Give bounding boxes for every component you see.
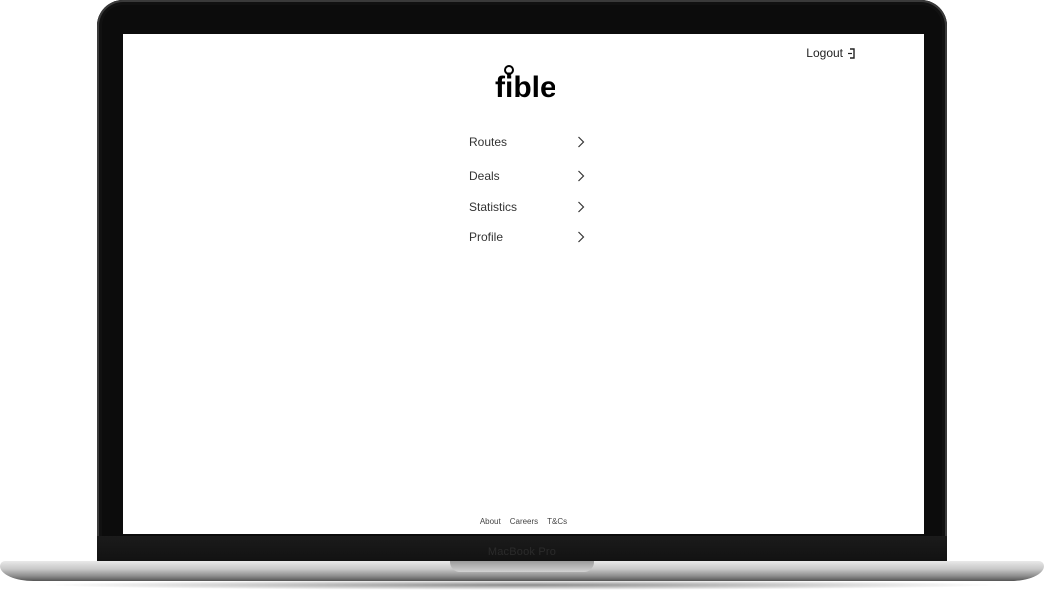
- footer-link-terms[interactable]: T&Cs: [547, 517, 567, 526]
- menu-item-label: Routes: [469, 135, 508, 149]
- footer-link-about[interactable]: About: [480, 517, 501, 526]
- logout-button[interactable]: Logout: [806, 46, 856, 60]
- chevron-right-icon: [578, 136, 585, 148]
- logo-wordmark: fible: [495, 71, 555, 100]
- logout-label: Logout: [806, 46, 843, 60]
- app-screen: Logout fible Routes Deals Statistics Pro…: [123, 34, 924, 534]
- main-menu: Routes Deals Statistics Profile: [469, 132, 585, 247]
- chevron-right-icon: [578, 170, 585, 182]
- menu-item-label: Deals: [469, 169, 500, 183]
- laptop-mockup: MacBook Pro Logout fible Routes Deals St…: [0, 0, 1044, 595]
- menu-item-label: Profile: [469, 230, 504, 244]
- fible-logo-mark: fible: [495, 65, 555, 100]
- fible-logo: fible: [123, 64, 924, 105]
- chevron-right-icon: [578, 201, 585, 213]
- menu-item-routes[interactable]: Routes: [469, 132, 585, 152]
- menu-item-profile[interactable]: Profile: [469, 227, 585, 247]
- logout-icon: [848, 47, 855, 59]
- menu-item-deals[interactable]: Deals: [469, 166, 585, 186]
- laptop-opening-notch: [450, 561, 594, 572]
- menu-item-statistics[interactable]: Statistics: [469, 197, 585, 217]
- chevron-right-icon: [578, 231, 585, 243]
- menu-item-label: Statistics: [469, 200, 518, 214]
- laptop-base-shadow: [40, 580, 1004, 590]
- footer-link-careers[interactable]: Careers: [510, 517, 538, 526]
- footer-links: About Careers T&Cs: [123, 517, 924, 526]
- laptop-model-label: MacBook Pro: [487, 546, 557, 558]
